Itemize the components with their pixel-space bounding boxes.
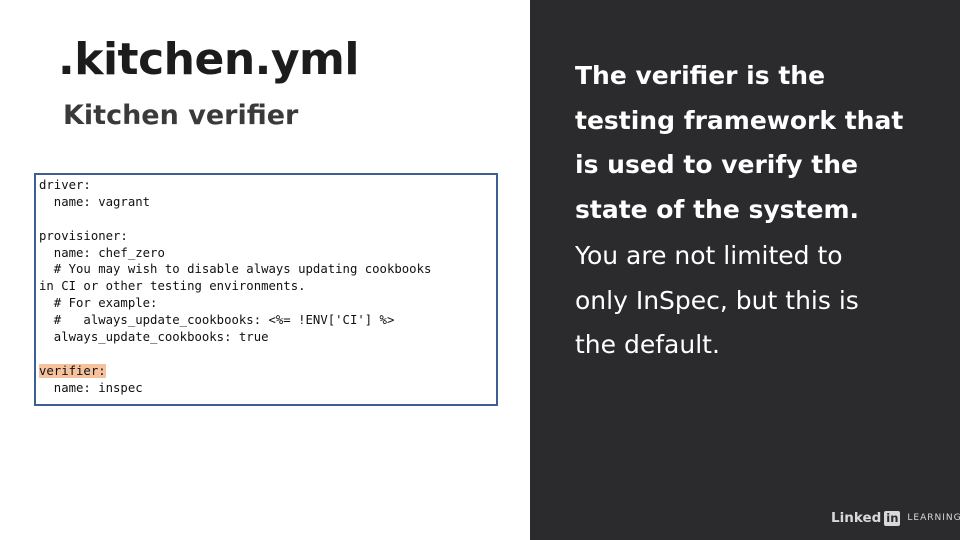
description-bold-line: state of the system. bbox=[575, 194, 859, 224]
code-line: # always_update_cookbooks: <%= !ENV['CI'… bbox=[39, 313, 395, 328]
verifier-highlight: verifier: bbox=[39, 363, 106, 378]
slide-title: .kitchen.yml bbox=[58, 34, 360, 85]
description-bold: The verifier is the testing framework th… bbox=[575, 54, 935, 232]
code-line: name: vagrant bbox=[39, 194, 151, 209]
description-bold-line: The verifier is the bbox=[575, 61, 826, 90]
code-line: in CI or other testing environments. bbox=[39, 279, 306, 294]
description-bold-line: is used to verify the bbox=[575, 150, 858, 179]
logo-learning-text: LEARNING bbox=[907, 513, 960, 523]
description-bold-line: testing framework that bbox=[575, 105, 904, 135]
left-panel: .kitchen.yml Kitchen verifier driver: na… bbox=[0, 0, 530, 540]
logo-in-badge: in bbox=[884, 510, 901, 526]
description-normal: You are not limited to only InSpec, but … bbox=[575, 234, 935, 368]
code-line-verifier: verifier: bbox=[39, 363, 496, 380]
linkedin-learning-logo: Linked in LEARNING bbox=[831, 510, 960, 526]
description-normal-line: only InSpec, but this is bbox=[575, 285, 859, 315]
logo-linked-text: Linked bbox=[831, 510, 882, 526]
description-normal-line: the default. bbox=[575, 330, 720, 359]
slide-subtitle: Kitchen verifier bbox=[63, 100, 299, 131]
code-lines: driver: name: vagrant provisioner: name:… bbox=[36, 175, 496, 397]
description-normal-line: You are not limited to bbox=[575, 241, 843, 270]
code-line: # You may wish to disable always updatin… bbox=[39, 262, 432, 277]
code-line: name: chef_zero bbox=[39, 245, 165, 260]
code-line: always_update_cookbooks: true bbox=[39, 330, 269, 345]
code-line: driver: bbox=[39, 178, 91, 192]
code-line: # For example: bbox=[39, 296, 158, 311]
code-line: name: inspec bbox=[39, 380, 143, 395]
code-line: provisioner: bbox=[39, 228, 128, 243]
code-block: driver: name: vagrant provisioner: name:… bbox=[34, 173, 498, 406]
slide: .kitchen.yml Kitchen verifier driver: na… bbox=[0, 0, 960, 540]
